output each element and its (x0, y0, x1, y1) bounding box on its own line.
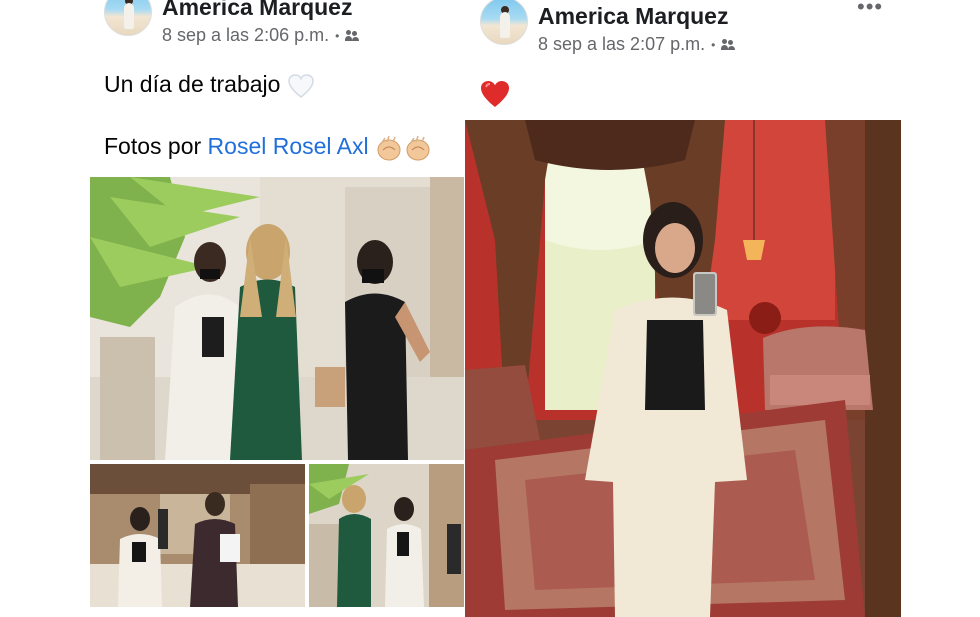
author-name[interactable]: America Marquez (162, 0, 352, 21)
photo-woman-man-walking[interactable] (90, 464, 305, 607)
photo-group-hallway[interactable] (309, 464, 464, 607)
post-text-line-1: Un día de trabajo (104, 71, 315, 99)
meta-separator: • (711, 37, 716, 52)
post-text-line-2: Fotos por Rosel Rosel Axl (104, 133, 433, 162)
photo-mirror-selfie-red-room[interactable] (465, 120, 901, 617)
clapping-hands-icon (377, 135, 430, 161)
author-name[interactable]: America Marquez (538, 3, 728, 30)
post-right: America Marquez 8 sep a las 2:07 p.m. • … (465, 0, 980, 617)
post-meta: 8 sep a las 2:07 p.m. • (538, 34, 736, 55)
photo-three-women-courtyard[interactable] (90, 177, 464, 460)
post-timestamp[interactable]: 8 sep a las 2:07 p.m. (538, 34, 705, 55)
post-text-main: Un día de trabajo (104, 71, 281, 97)
meta-separator: • (335, 28, 340, 43)
more-options-icon[interactable]: ••• (857, 0, 883, 20)
post-left: America Marquez 8 sep a las 2:06 p.m. • … (0, 0, 470, 617)
friends-icon[interactable] (721, 38, 736, 51)
red-heart-icon (481, 81, 509, 107)
post-timestamp[interactable]: 8 sep a las 2:06 p.m. (162, 25, 329, 46)
photographer-link[interactable]: Rosel Rosel Axl (208, 133, 369, 159)
friends-icon[interactable] (345, 29, 360, 42)
author-avatar[interactable] (104, 0, 152, 36)
author-avatar[interactable] (480, 0, 528, 45)
white-heart-icon (288, 74, 314, 98)
photo-credit-prefix: Fotos por (104, 133, 202, 159)
post-meta: 8 sep a las 2:06 p.m. • (162, 25, 360, 46)
